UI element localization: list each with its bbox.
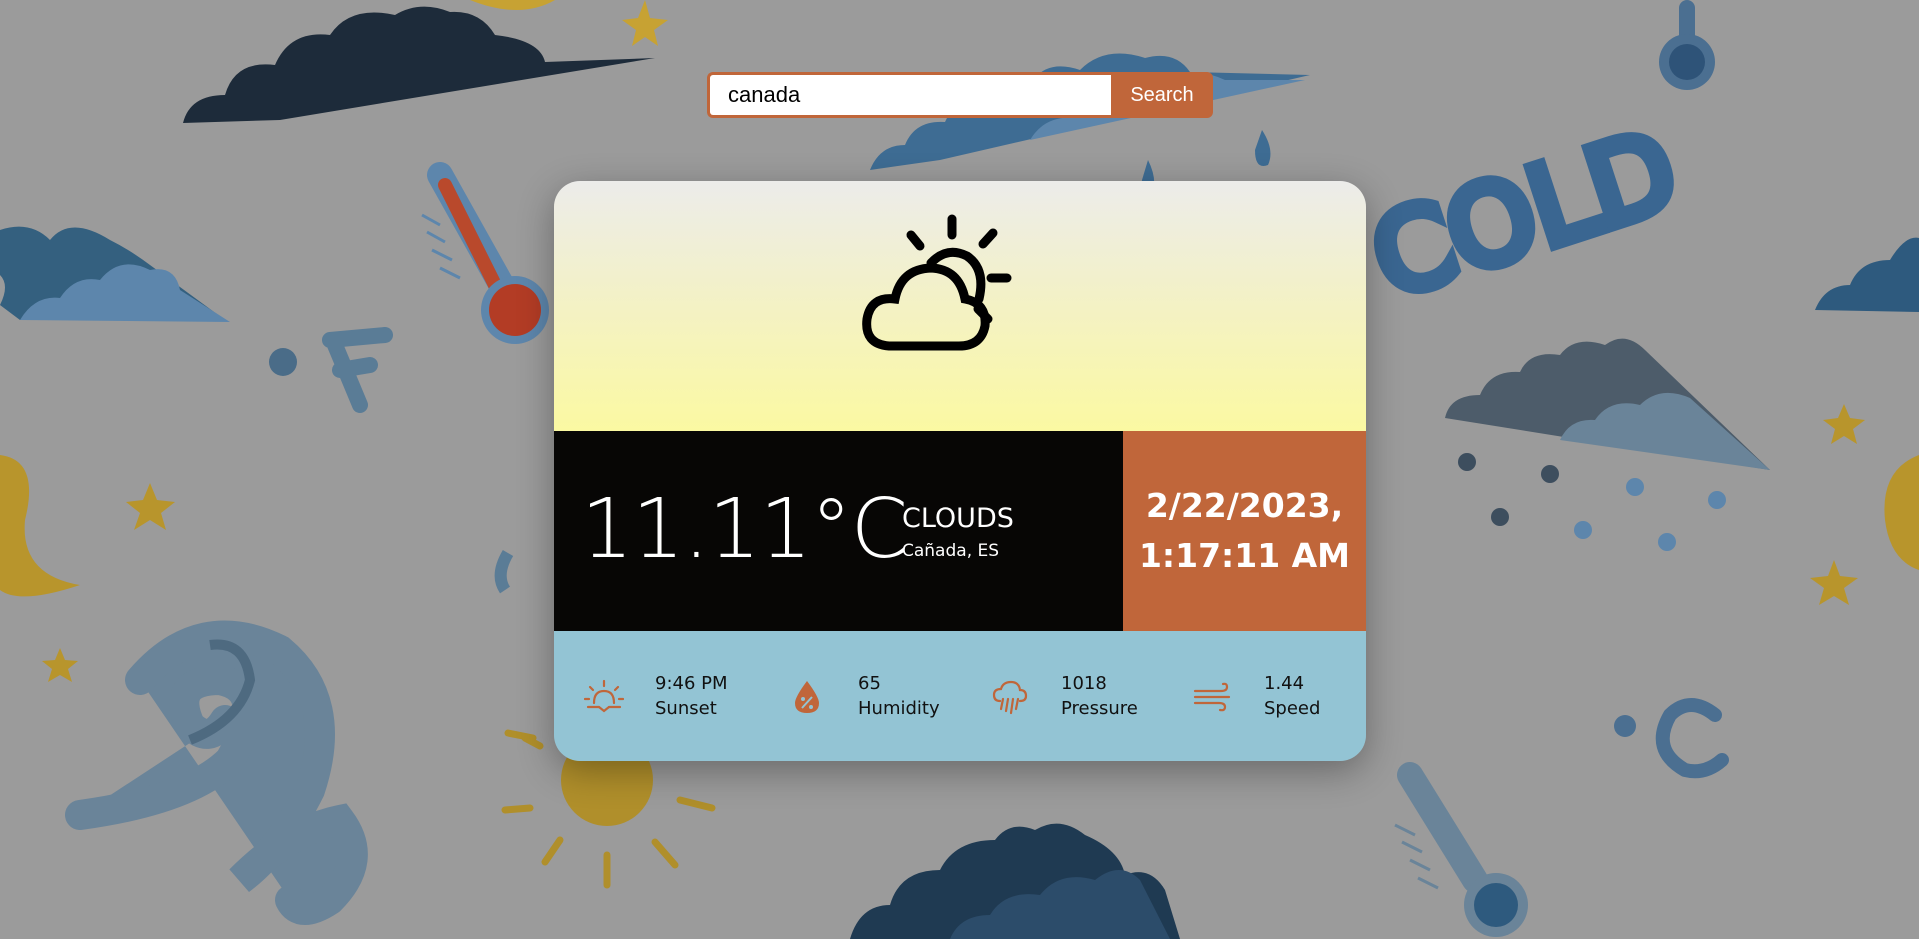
location-label: Cañada, ES (902, 541, 1000, 561)
weather-icon-panel (554, 181, 1366, 431)
pressure-value: 1018 (1061, 673, 1107, 694)
search-bar: Search (707, 72, 1213, 118)
pressure-label: Pressure (1061, 698, 1138, 719)
humidity-icon (795, 681, 819, 713)
stat-wind: 1.44 Speed (1193, 631, 1366, 761)
date-label: 2/22/2023, (1145, 486, 1344, 525)
temperature-section: 11.11°C CLOUDS Cañada, ES 2/22/2023, 1:1… (554, 431, 1366, 631)
weather-card: 11.11°C CLOUDS Cañada, ES 2/22/2023, 1:1… (554, 181, 1366, 761)
humidity-value: 65 (858, 673, 881, 694)
pressure-icon (992, 680, 1028, 715)
temperature-value: 11.11°C (581, 482, 908, 577)
sunset-icon (584, 679, 624, 713)
temperature-panel: 11.11°C CLOUDS Cañada, ES (554, 431, 1123, 631)
stat-humidity: 65 Humidity (787, 631, 987, 761)
wind-icon (1193, 682, 1231, 712)
stat-pressure: 1018 Pressure (990, 631, 1190, 761)
svg-text:COLD: COLD (1358, 105, 1692, 322)
partly-cloudy-icon (862, 214, 1012, 351)
search-input[interactable] (707, 72, 1111, 118)
wind-speed-value: 1.44 (1264, 673, 1305, 694)
time-label: 1:17:11 AM (1138, 536, 1351, 575)
weather-condition: CLOUDS (902, 503, 1014, 534)
sunset-label: Sunset (655, 698, 717, 719)
search-button[interactable]: Search (1111, 72, 1213, 118)
stat-sunset: 9:46 PM Sunset (584, 631, 784, 761)
humidity-label: Humidity (858, 698, 940, 719)
stats-panel: 9:46 PM Sunset 65 Humidity 1018 Pressure… (554, 631, 1366, 761)
wind-speed-label: Speed (1264, 698, 1321, 719)
sunset-value: 9:46 PM (655, 673, 728, 694)
datetime-panel: 2/22/2023, 1:17:11 AM (1123, 431, 1366, 631)
